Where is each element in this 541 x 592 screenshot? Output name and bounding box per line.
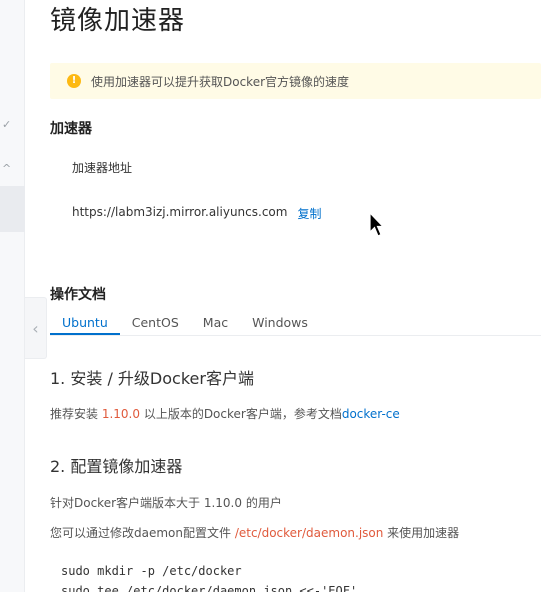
step2-line2: 您可以通过修改daemon配置文件 /etc/docker/daemon.jso… [50,524,459,541]
copy-button[interactable]: 复制 [297,205,321,222]
accelerator-address-row: https://labm3izj.mirror.aliyuncs.com 复制 [72,205,321,222]
page-title: 镜像加速器 [50,6,186,36]
chevron-down-icon[interactable]: ✓ [2,118,11,131]
tab-windows[interactable]: Windows [240,313,320,335]
step1-text-middle: 以上版本的Docker客户端，参考文档 [140,407,342,421]
step1-version: 1.10.0 [101,407,140,421]
step2-line2-suffix: 来使用加速器 [383,526,460,540]
config-path: /etc/docker/daemon.json [234,526,384,540]
sidebar-active-item[interactable] [0,186,25,232]
os-tabs: Ubuntu CentOS Mac Windows [50,313,320,337]
chevron-up-icon[interactable]: ^ [2,162,11,175]
accelerator-section-title: 加速器 [50,121,92,137]
docker-ce-link[interactable]: docker-ce [342,407,400,421]
code-block[interactable]: sudo mkdir -p /etc/docker sudo tee /etc/… [50,552,541,592]
step1-title: 1. 安装 / 升级Docker客户端 [50,369,254,388]
page-root: ✓ ^ ‹ 镜像加速器 ! 使用加速器可以提升获取Docker官方镜像的速度 加… [0,0,541,592]
docs-section-title: 操作文档 [50,287,106,303]
tab-centos[interactable]: CentOS [120,313,191,335]
accelerator-address-label: 加速器地址 [72,161,133,175]
tab-mac[interactable]: Mac [191,313,240,335]
sidebar-collapse-button[interactable]: ‹ [25,297,47,359]
mouse-cursor-icon [369,212,385,237]
tab-ubuntu[interactable]: Ubuntu [50,313,120,335]
accelerator-address-value: https://labm3izj.mirror.aliyuncs.com [72,205,288,219]
step2-title: 2. 配置镜像加速器 [50,457,183,476]
code-line: sudo mkdir -p /etc/docker [61,564,242,578]
warning-icon: ! [67,74,81,88]
chevron-left-icon: ‹ [32,318,39,338]
code-line: sudo tee /etc/docker/daemon.json <<-'EOF… [61,584,358,592]
tabs-divider [50,335,541,336]
notice-banner: ! 使用加速器可以提升获取Docker官方镜像的速度 [50,63,541,99]
step2-line2-prefix: 您可以通过修改daemon配置文件 [50,526,235,540]
step1-text: 推荐安装 1.10.0 以上版本的Docker客户端，参考文档docker-ce [50,405,400,422]
notice-text: 使用加速器可以提升获取Docker官方镜像的速度 [91,74,350,89]
sidebar: ✓ ^ [0,0,25,592]
step2-line1: 针对Docker客户端版本大于 1.10.0 的用户 [50,496,282,510]
step1-text-prefix: 推荐安装 [50,407,102,421]
